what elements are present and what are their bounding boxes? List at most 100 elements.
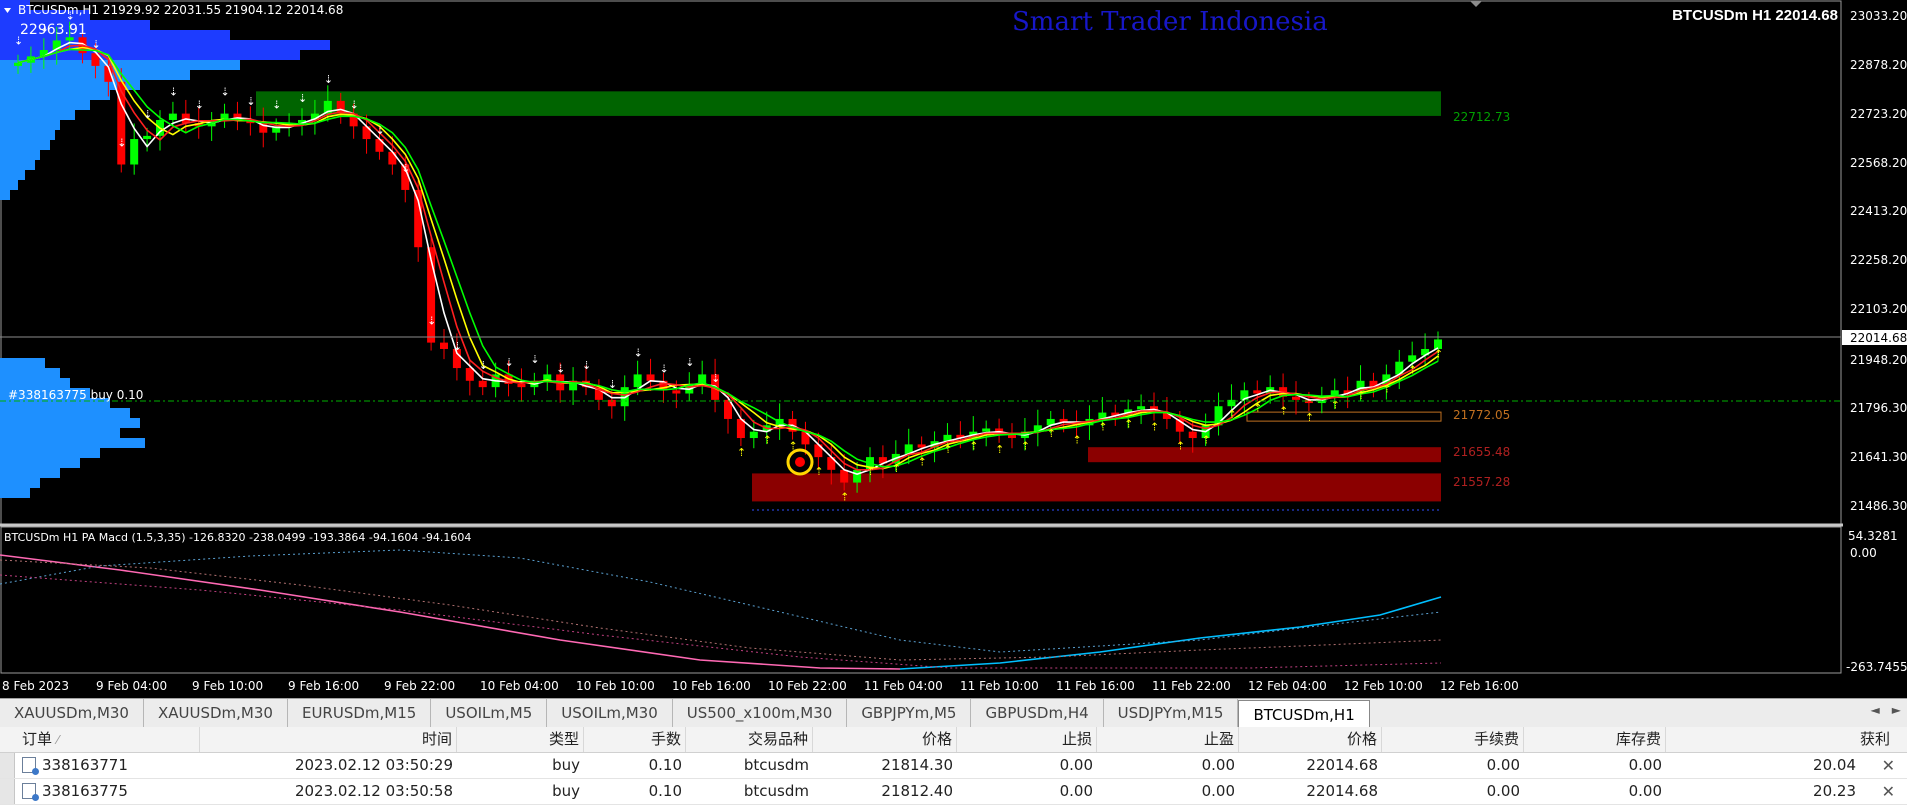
trade-terminal: 订单 ⁄ 时间 类型 手数 交易品种 价格 止损 止盈 价格 手续费 库存费 获… [0, 727, 1907, 805]
price-tick: 21948.20 [1850, 353, 1907, 367]
buy-arrow-icon: ⇡ [1357, 389, 1366, 402]
time-tick: 11 Feb 10:00 [960, 679, 1039, 693]
header-order[interactable]: 订单 ⁄ [22, 727, 200, 752]
price-chart[interactable]: ⇣⇣⇣⇣⇣⇣⇣⇣⇣⇣ ⇣ ⇣⇣⇣⇣⇣⇣⇣⇣ ⇣ ⇣⇣ ⇣⇣⇣⇣ ⇣⇣⇡⇡ ⇡⇡⇡⇡ ⇡ ⇡⇡ ⇡ ⇡ ⇡… [0, 0, 1907, 698]
time-tick: 10 Feb 16:00 [672, 679, 751, 693]
buy-arrow-icon: ⇡ [866, 465, 875, 478]
header-time[interactable]: 时间 [200, 727, 457, 752]
chart-tab[interactable]: US500_x100m,M30 [673, 699, 848, 727]
volume-bar [0, 100, 90, 110]
close-order-icon[interactable]: ✕ [1882, 753, 1895, 778]
order-id: 338163775 [22, 779, 200, 804]
indicator-tick: -263.7455 [1846, 660, 1907, 674]
close-order-icon[interactable]: ✕ [1882, 779, 1895, 804]
buy-arrow-icon: ⇡ [943, 443, 952, 456]
volume-bar [0, 140, 50, 150]
chart-tab[interactable]: USOILm,M30 [547, 699, 673, 727]
order-id: 338163771 [22, 753, 200, 778]
volume-bar [0, 160, 35, 170]
candle-body [1408, 355, 1417, 362]
time-tick: 12 Feb 10:00 [1344, 679, 1423, 693]
buy-arrow-icon: ⇡ [1408, 363, 1417, 376]
volume-bar [0, 418, 140, 428]
order-time: 2023.02.12 03:50:29 [294, 756, 453, 774]
time-tick: 11 Feb 04:00 [864, 679, 943, 693]
buy-arrow-icon: ⇡ [1331, 398, 1340, 411]
chart-tab[interactable]: USDJPYm,M15 [1104, 699, 1239, 727]
time-tick: 9 Feb 04:00 [96, 679, 167, 693]
scroll-left-icon[interactable]: ◄ [1871, 703, 1880, 717]
chart-tab-active[interactable]: BTCUSDm,H1 [1238, 700, 1370, 728]
supply-zone [256, 91, 1441, 116]
order-icon [22, 782, 39, 801]
volume-bar [0, 448, 100, 458]
candle-body [14, 62, 22, 66]
zone-label: 21772.05 [1453, 408, 1510, 422]
chart-tab[interactable]: XAUUSDm,M30 [144, 699, 288, 727]
order-type: buy [552, 756, 580, 774]
header-commission[interactable]: 手续费 [1382, 727, 1524, 752]
time-tick: 10 Feb 10:00 [576, 679, 655, 693]
sell-arrow-icon: ⇣ [659, 362, 668, 375]
candle-body [478, 380, 487, 388]
sell-arrow-icon: ⇣ [143, 108, 152, 121]
buy-arrow-icon: ⇡ [1098, 421, 1107, 434]
buy-arrow-icon: ⇡ [763, 433, 772, 446]
buy-arrow-icon: ⇡ [1227, 408, 1236, 421]
time-tick: 9 Feb 22:00 [384, 679, 455, 693]
header-current-price[interactable]: 价格 [1239, 727, 1382, 752]
order-symbol: btcusdm [743, 782, 809, 800]
chart-tab[interactable]: GBPJPYm,M5 [847, 699, 972, 727]
price-tick: 22878.20 [1850, 58, 1907, 72]
buy-arrow-icon: ⇡ [1382, 382, 1391, 395]
chart-tab[interactable]: USOILm,M5 [431, 699, 548, 727]
volume-bar [0, 408, 130, 418]
zone-label: 22712.73 [1453, 110, 1510, 124]
time-tick: 11 Feb 16:00 [1056, 679, 1135, 693]
candle-body [1188, 431, 1197, 439]
order-sl[interactable]: 0.00 [957, 753, 1097, 778]
buy-arrow-icon: ⇡ [814, 465, 823, 478]
order-sl[interactable]: 0.00 [957, 779, 1097, 804]
buy-arrow-icon: ⇡ [995, 443, 1004, 456]
table-header: 订单 ⁄ 时间 类型 手数 交易品种 价格 止损 止盈 价格 手续费 库存费 获… [0, 727, 1907, 753]
header-symbol[interactable]: 交易品种 [686, 727, 813, 752]
symbol-line: BTCUSDm,H1 21929.92 22031.55 21904.12 22… [18, 3, 343, 17]
order-tp[interactable]: 0.00 [1097, 753, 1239, 778]
sell-arrow-icon: ⇣ [479, 359, 488, 372]
header-tp[interactable]: 止盈 [1097, 727, 1239, 752]
order-tp[interactable]: 0.00 [1097, 779, 1239, 804]
buy-arrow-icon: ⇡ [840, 491, 849, 504]
order-profit: 20.04 [1813, 756, 1856, 774]
header-sl[interactable]: 止损 [957, 727, 1097, 752]
chart-tab[interactable]: EURUSDm,M15 [288, 699, 432, 727]
buy-arrow-icon: ⇡ [1253, 402, 1262, 415]
sell-arrow-icon: ⇣ [634, 346, 643, 359]
scroll-right-icon[interactable]: ► [1892, 703, 1901, 717]
time-tick: 9 Feb 16:00 [288, 679, 359, 693]
chart-tabs: XAUUSDm,M30 XAUUSDm,M30 EURUSDm,M15 USOI… [0, 698, 1907, 728]
sell-arrow-icon: ⇣ [117, 137, 126, 150]
chart-tab[interactable]: GBPUSDm,H4 [971, 699, 1104, 727]
buy-arrow-icon: ⇡ [892, 462, 901, 475]
buy-arrow-icon: ⇡ [1021, 440, 1030, 453]
header-profit[interactable]: 获利 [1666, 727, 1894, 752]
candle-body [840, 469, 849, 483]
candle-body [1292, 396, 1300, 400]
header-price[interactable]: 价格 [813, 727, 957, 752]
chart-tab[interactable]: XAUUSDm,M30 [0, 699, 144, 727]
sell-arrow-icon: ⇣ [582, 359, 591, 372]
table-row[interactable]: 338163771 2023.02.12 03:50:29 buy 0.10 b… [0, 753, 1907, 779]
sell-arrow-icon: ⇣ [169, 86, 178, 99]
table-row[interactable]: 338163775 2023.02.12 03:50:58 buy 0.10 b… [0, 779, 1907, 805]
candle-body [646, 374, 655, 381]
header-lots[interactable]: 手数 [584, 727, 686, 752]
price-tick: 21641.30 [1850, 450, 1907, 464]
price-tick: 23033.20 [1850, 9, 1907, 23]
price-tick: 22103.20 [1850, 302, 1907, 316]
sell-arrow-icon: ⇣ [711, 372, 720, 385]
sell-arrow-icon: ⇣ [298, 92, 307, 105]
header-swap[interactable]: 库存费 [1524, 727, 1666, 752]
sell-arrow-icon: ⇣ [91, 38, 100, 51]
header-type[interactable]: 类型 [457, 727, 584, 752]
